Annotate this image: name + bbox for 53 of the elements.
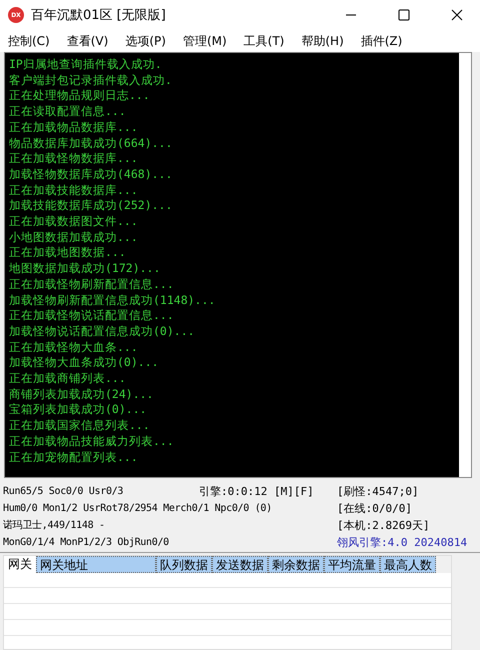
table-tab[interactable]: 网关 [4, 556, 36, 573]
log-line: 商铺列表加载成功(24)... [9, 386, 154, 402]
menu-item[interactable]: 查看(V) [62, 30, 112, 52]
window-title: 百年沉默01区 [无限版] [31, 7, 167, 24]
log-line: 正在加载地图数据... [9, 245, 127, 262]
engine-time: 引擎:0:0:12 [M][F] [199, 484, 315, 500]
column-header[interactable]: 平均流量 [324, 556, 380, 573]
log-line: 正在加宠物配置列表... [9, 450, 139, 466]
close-icon [451, 9, 463, 21]
status-counter: [本机:2.8269天] [337, 518, 430, 534]
log-line: 物品数据库加载成功(664)... [9, 136, 174, 152]
log-line: 加载技能数据库成功(252)... [9, 198, 174, 214]
column-header[interactable]: 队列数据 [156, 556, 212, 573]
menu-item[interactable]: 插件(Z) [356, 30, 406, 52]
status-text: 诺玛卫士,449/1148 - [3, 518, 105, 533]
status-text: MonG0/1/4 MonP1/2/3 ObjRun0/0 [3, 536, 169, 550]
log-line: 地图数据加载成功(172)... [9, 261, 162, 277]
status-text: Run65/5 Soc0/0 Usr0/3 [3, 485, 124, 499]
column-header[interactable]: 发送数据 [212, 556, 268, 573]
menu-item[interactable]: 管理(M) [178, 30, 231, 52]
engine-version: 翎风引擎:4.0 20240814 [337, 535, 468, 551]
log-line: 正在加载数据图文件... [9, 214, 139, 230]
column-header[interactable]: 最高人数 [380, 556, 436, 573]
log-line: 正在加载怪物数据库... [9, 151, 139, 167]
log-line: 小地图数据加载成功... [9, 230, 139, 246]
status-text: Hum0/0 Mon1/2 UsrRot78/2954 Merch0/1 Npc0/0 (0) [3, 502, 272, 516]
column-header[interactable]: 剩余数据 [268, 556, 324, 573]
maximize-icon [398, 9, 410, 21]
log-line: 正在加载技能数据库... [9, 182, 139, 198]
log-line: 正在处理物品规则日志... [9, 88, 151, 104]
column-header[interactable]: 网关地址 [36, 556, 156, 573]
log-line: 正在加载物品数据库... [9, 120, 139, 136]
log-line: 客户端封包记录插件载入成功. [9, 72, 173, 88]
status-counter: [在线:0/0/0] [337, 501, 412, 517]
log-line: 正在加载物品技能威力列表... [9, 434, 175, 450]
log-line: IP归属地查询插件载入成功. [9, 57, 163, 73]
log-line: 加载怪物数据库成功(468)... [9, 166, 174, 183]
log-line: 加载怪物刷新配置信息成功(1148)... [9, 292, 216, 308]
scroll-bar[interactable] [459, 53, 471, 477]
log-line: 宝箱列表加载成功(0)... [9, 402, 148, 418]
log-line: 正在加载商铺列表... [9, 371, 127, 387]
menu-item[interactable]: 控制(C) [4, 30, 54, 52]
log-line: 正在加载怪物刷新配置信息... [9, 276, 175, 293]
log-line: 正在加载怪物大血条... [9, 340, 139, 356]
menu-item[interactable]: 工具(T) [240, 30, 288, 52]
log-line: 加载怪物说话配置信息成功(0)... [9, 324, 196, 340]
status-counter: [刷怪:4547;0] [337, 484, 419, 500]
log-line: 加载怪物大血条成功(0)... [9, 355, 160, 372]
menu-item[interactable]: 选项(P) [121, 30, 170, 52]
log-line: 正在读取配置信息... [9, 104, 127, 120]
menu-item[interactable]: 帮助(H) [297, 30, 348, 52]
log-line: 正在加载国家信息列表... [9, 418, 151, 434]
log-line: 正在加载怪物说话配置信息... [9, 308, 175, 324]
